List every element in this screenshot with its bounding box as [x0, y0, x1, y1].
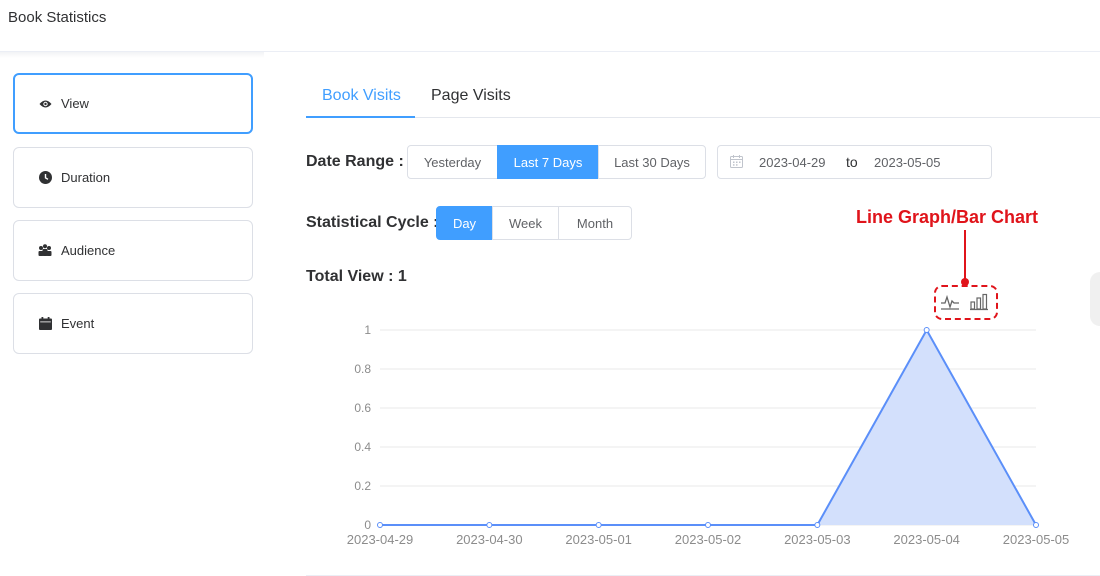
active-tab-indicator	[306, 116, 415, 118]
y-tick-label: 0	[364, 518, 371, 532]
sidebar-item-duration[interactable]: Duration	[13, 147, 253, 208]
yesterday-button[interactable]: Yesterday	[407, 145, 498, 179]
top-bar: Book Statistics	[0, 0, 1100, 52]
last-7-days-button[interactable]: Last 7 Days	[497, 145, 599, 179]
sidebar-item-audience[interactable]: Audience	[13, 220, 253, 281]
month-button[interactable]: Month	[558, 206, 632, 240]
statistical-cycle-label: Statistical Cycle :	[306, 214, 439, 231]
sidebar-item-label: Event	[61, 316, 95, 331]
data-point	[705, 522, 711, 528]
eye-icon	[38, 97, 52, 111]
series-line	[380, 327, 1037, 526]
data-point	[1033, 522, 1039, 528]
x-tick-label: 2023-04-30	[456, 532, 523, 547]
data-point	[923, 327, 930, 333]
scroll-handle[interactable]	[1090, 272, 1100, 326]
data-point	[595, 522, 602, 528]
x-tick-label: 2023-05-05	[1003, 532, 1070, 547]
data-point	[486, 522, 493, 528]
last-30-days-button[interactable]: Last 30 Days	[598, 145, 706, 179]
sidebar-item-view[interactable]: View	[13, 73, 253, 134]
tab-bar: Book Visits Page Visits	[306, 78, 1100, 118]
x-tick-label: 2023-04-29	[347, 532, 414, 547]
day-button[interactable]: Day	[436, 206, 493, 240]
data-point	[377, 522, 383, 528]
date-range-picker[interactable]: 2023-04-29 to 2023-05-05	[717, 145, 992, 179]
sidebar-divider	[0, 52, 264, 58]
date-range-label: Date Range :	[306, 153, 404, 170]
x-tick-label: 2023-05-02	[675, 532, 742, 547]
calendar-icon	[38, 317, 52, 331]
x-tick-label: 2023-05-01	[565, 532, 632, 547]
total-view: Total View : 1	[306, 268, 407, 285]
sidebar-item-label: Duration	[61, 170, 111, 185]
bar-chart-icon[interactable]	[969, 293, 989, 311]
data-point	[814, 522, 821, 528]
y-tick-label: 0.2	[354, 479, 371, 493]
series-area	[380, 330, 1036, 525]
y-tick-label: 0.6	[354, 401, 371, 415]
sidebar-item-event[interactable]: Event	[13, 293, 253, 354]
clock-icon	[38, 171, 52, 185]
sidebar-item-label: View	[61, 96, 89, 111]
date-separator: to	[846, 154, 858, 170]
week-button[interactable]: Week	[492, 206, 559, 240]
end-date-input[interactable]: 2023-05-05	[874, 155, 941, 170]
page-title: Book Statistics	[8, 9, 107, 26]
y-tick-label: 0.4	[354, 440, 371, 454]
tab-page-visits[interactable]: Page Visits	[431, 87, 511, 105]
y-tick-label: 1	[364, 323, 371, 337]
date-range-buttons: Yesterday Last 7 Days Last 30 Days	[407, 145, 706, 179]
annotation-label: Line Graph/Bar Chart	[856, 207, 1039, 227]
x-tick-label: 2023-05-03	[784, 532, 851, 547]
tab-book-visits[interactable]: Book Visits	[322, 87, 401, 105]
x-tick-label: 2023-05-04	[893, 532, 960, 547]
y-tick-label: 0.8	[354, 362, 371, 376]
users-icon	[38, 244, 52, 258]
sidebar-item-label: Audience	[61, 243, 116, 258]
line-graph-icon[interactable]	[940, 293, 960, 311]
start-date-input[interactable]: 2023-04-29	[759, 155, 826, 170]
statistical-cycle-buttons: Day Week Month	[436, 206, 632, 240]
calendar-icon	[730, 155, 743, 171]
annotation-arrow	[964, 230, 966, 280]
